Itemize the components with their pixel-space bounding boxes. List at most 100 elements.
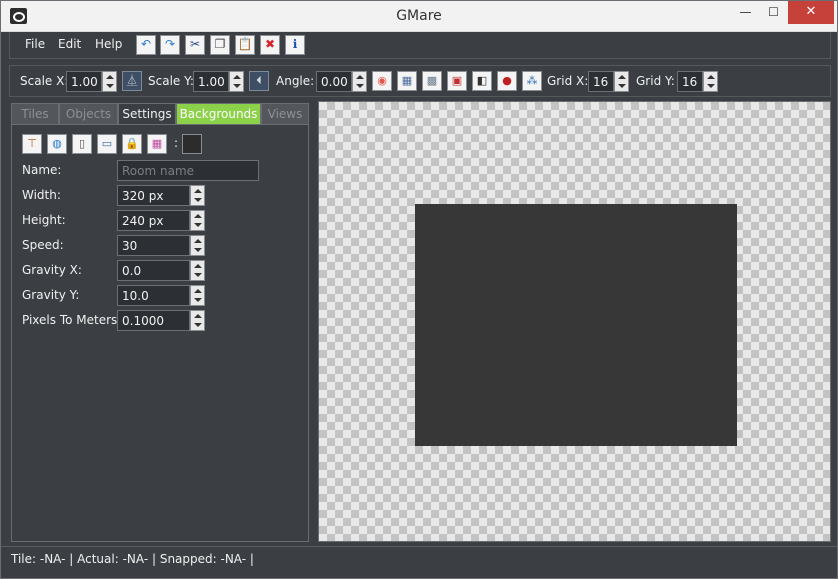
monitor-button[interactable]: ▭ [97,134,117,154]
dotted-grid-icon: ▩ [426,74,438,87]
pixels-to-meters-label: Pixels To Meters: [22,313,122,327]
grid-icon: ▦ [401,74,413,87]
pixels-to-meters-stepper[interactable] [190,310,205,331]
palette-button[interactable]: ▦ [147,134,167,154]
chevron-down-icon [618,84,626,88]
color-wheel-button[interactable]: ◉ [372,71,392,91]
menu-edit[interactable]: Edit [58,37,81,51]
grid-y-label: Grid Y: [636,74,675,88]
objects-icon: ⁂ [526,74,538,87]
gravity-y-input[interactable]: 10.0 [117,285,190,306]
left-panel: Tiles Objects Settings Backgrounds Views… [9,101,311,544]
tab-tiles[interactable]: Tiles [11,103,59,125]
copy-button[interactable]: ❐ [210,35,230,55]
width-value: 320 px [122,189,164,203]
gravity-y-label: Gravity Y: [22,288,80,302]
title-bar: GMare — ☐ ✕ [1,1,837,32]
tab-settings[interactable]: Settings [118,103,176,125]
angle-stepper[interactable] [352,71,367,92]
undo-button[interactable]: ↶ [136,35,156,55]
grid-y-value: 16 [682,75,698,89]
chevron-down-icon [233,84,241,88]
delete-button[interactable]: ✖ [260,35,280,55]
room-area[interactable] [415,204,737,446]
flip-horizontal-button[interactable]: ⏅ [122,71,142,91]
grid-y-input[interactable]: 16 [677,71,703,92]
minimize-button[interactable]: — [732,1,759,24]
scale-x-input[interactable]: 1.00 [66,71,102,92]
tab-views[interactable]: Views [261,103,309,125]
height-input[interactable]: 240 px [117,210,190,231]
room-name-input[interactable]: Room name [117,160,259,181]
lock-icon: 🔒 [125,137,139,150]
chevron-down-icon [707,84,715,88]
chevron-up-icon [194,314,202,318]
gravity-x-input[interactable]: 0.0 [117,260,190,281]
copy-icon: ❐ [214,37,226,51]
flip-vertical-button[interactable]: ⏴ [249,71,269,91]
globe-button[interactable]: ◍ [47,134,67,154]
angle-input[interactable]: 0.00 [316,71,352,92]
dotted-grid-button[interactable]: ▩ [422,71,442,91]
scale-y-label: Scale Y: [148,74,194,88]
scale-y-input[interactable]: 1.00 [193,71,229,92]
redo-icon: ↷ [164,37,176,51]
chevron-up-icon [194,189,202,193]
scale-x-stepper[interactable] [102,71,117,92]
chevron-up-icon [194,239,202,243]
maximize-button[interactable]: ☐ [760,1,787,24]
script-button[interactable]: ▯ [72,134,92,154]
info-button[interactable]: ℹ [285,35,305,55]
grid-x-input[interactable]: 16 [588,71,614,92]
speed-value: 30 [122,239,138,253]
objects-button[interactable]: ⁂ [522,71,542,91]
height-stepper[interactable] [190,210,205,231]
speed-input[interactable]: 30 [117,235,190,256]
tab-objects[interactable]: Objects [59,103,118,125]
chevron-up-icon [194,214,202,218]
tile-select-icon: ▣ [451,74,463,87]
width-label: Width: [22,188,61,202]
instance-button[interactable]: ● [497,71,517,91]
undo-icon: ↶ [140,37,152,51]
tab-backgrounds[interactable]: Backgrounds [176,103,261,125]
info-icon: ℹ [292,37,298,51]
room-canvas[interactable] [318,101,831,542]
close-button[interactable]: ✕ [788,1,834,24]
speed-stepper[interactable] [190,235,205,256]
chevron-up-icon [618,75,626,79]
grid-button[interactable]: ▦ [397,71,417,91]
cut-button[interactable]: ✂ [185,35,205,55]
width-input[interactable]: 320 px [117,185,190,206]
gravity-x-value: 0.0 [122,264,142,278]
room-size-button[interactable]: ⊤ [22,134,42,154]
angle-value: 0.00 [321,75,348,89]
redo-button[interactable]: ↷ [160,35,180,55]
menu-file[interactable]: File [25,37,45,51]
background-color-swatch[interactable] [182,134,202,154]
grid-y-stepper[interactable] [703,71,718,92]
scale-y-stepper[interactable] [229,71,244,92]
flip-horizontal-icon: ⏅ [126,74,138,87]
grid-x-value: 16 [593,75,609,89]
globe-icon: ◍ [52,137,62,150]
monitor-icon: ▭ [101,137,113,150]
layer-icon: ◧ [476,74,488,87]
width-stepper[interactable] [190,185,205,206]
gravity-x-stepper[interactable] [190,260,205,281]
tile-select-button[interactable]: ▣ [447,71,467,91]
chevron-up-icon [707,75,715,79]
menu-help[interactable]: Help [95,37,122,51]
height-label: Height: [22,213,66,227]
transform-toolbar: Scale X: 1.00 ⏅ Scale Y: 1.00 ⏴ Angle: 0… [9,65,831,97]
gravity-y-stepper[interactable] [190,285,205,306]
chevron-down-icon [194,323,202,327]
paste-button[interactable]: 📋 [235,35,255,55]
chevron-down-icon [106,84,114,88]
grid-x-stepper[interactable] [614,71,629,92]
pixels-to-meters-input[interactable]: 0.1000 [117,310,190,331]
layer-button[interactable]: ◧ [472,71,492,91]
lock-button[interactable]: 🔒 [122,134,142,154]
grid-x-label: Grid X: [547,74,589,88]
delete-icon: ✖ [264,37,276,51]
